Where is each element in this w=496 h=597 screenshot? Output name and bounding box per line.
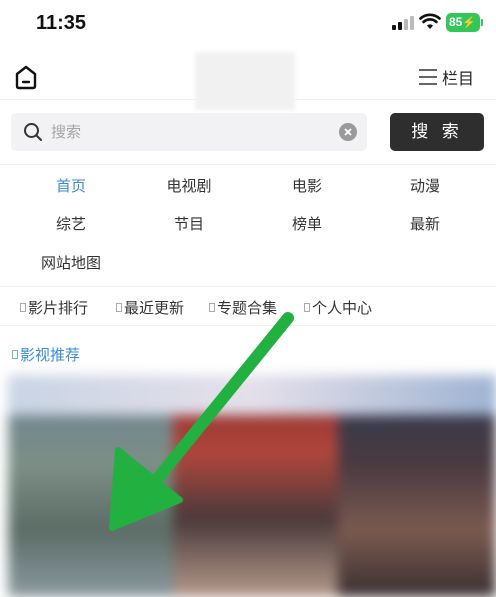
clear-icon[interactable] bbox=[339, 123, 357, 141]
quick-links: 影片排行 最近更新 专题合集 个人中心 bbox=[0, 286, 496, 326]
cellular-signal-icon bbox=[392, 16, 414, 30]
home-icon[interactable] bbox=[12, 63, 40, 91]
quick-link-recent-updates[interactable]: 最近更新 bbox=[116, 297, 184, 318]
search-icon bbox=[24, 123, 42, 141]
quick-link-label: 最近更新 bbox=[124, 299, 185, 317]
quick-link-user-center[interactable]: 个人中心 bbox=[304, 297, 372, 318]
nav-item-tv-series[interactable]: 电视剧 bbox=[139, 175, 239, 196]
section-title-label: 影视推荐 bbox=[20, 346, 81, 364]
status-time: 11:35 bbox=[36, 12, 87, 34]
search-button[interactable]: 搜 索 bbox=[390, 113, 484, 151]
section-title[interactable]: 影视推荐 bbox=[12, 344, 80, 365]
menu-label: 栏目 bbox=[442, 69, 475, 88]
menu-button[interactable]: 栏目 bbox=[418, 65, 474, 89]
nav-item-anime[interactable]: 动漫 bbox=[375, 175, 475, 196]
site-header: 栏目 bbox=[0, 50, 496, 110]
search-input[interactable] bbox=[51, 113, 331, 151]
site-logo[interactable] bbox=[195, 52, 295, 110]
category-nav: 首页 电视剧 电影 动漫 综艺 节目 榜单 最新 网站地图 bbox=[0, 164, 496, 282]
nav-item-rankings[interactable]: 榜单 bbox=[257, 213, 357, 234]
battery-icon: 85⚡ bbox=[446, 13, 480, 32]
nav-item-home[interactable]: 首页 bbox=[21, 175, 121, 196]
nav-item-sitemap[interactable]: 网站地图 bbox=[21, 252, 121, 273]
recommended-posters bbox=[8, 375, 496, 597]
battery-tip bbox=[481, 19, 483, 26]
nav-item-movies[interactable]: 电影 bbox=[257, 175, 357, 196]
poster-header-glow bbox=[8, 375, 496, 415]
search-box[interactable] bbox=[11, 113, 367, 151]
bullet-icon bbox=[12, 350, 18, 359]
bullet-icon bbox=[116, 303, 122, 312]
bullet-icon bbox=[304, 303, 310, 312]
quick-link-label: 影片排行 bbox=[28, 299, 89, 317]
wifi-icon bbox=[419, 13, 441, 29]
bullet-icon bbox=[20, 303, 26, 312]
nav-item-variety[interactable]: 综艺 bbox=[21, 213, 121, 234]
quick-link-collections[interactable]: 专题合集 bbox=[209, 297, 277, 318]
battery-level: 85 bbox=[449, 15, 463, 29]
search-bar: 搜 索 bbox=[0, 112, 496, 154]
hamburger-menu-icon bbox=[419, 69, 437, 85]
nav-item-latest[interactable]: 最新 bbox=[375, 213, 475, 234]
status-bar: 11:35 85⚡ bbox=[0, 0, 496, 50]
quick-link-label: 专题合集 bbox=[217, 299, 278, 317]
quick-link-rankings[interactable]: 影片排行 bbox=[20, 297, 88, 318]
quick-link-label: 个人中心 bbox=[312, 299, 373, 317]
nav-item-shows[interactable]: 节目 bbox=[139, 213, 239, 234]
bullet-icon bbox=[209, 303, 215, 312]
